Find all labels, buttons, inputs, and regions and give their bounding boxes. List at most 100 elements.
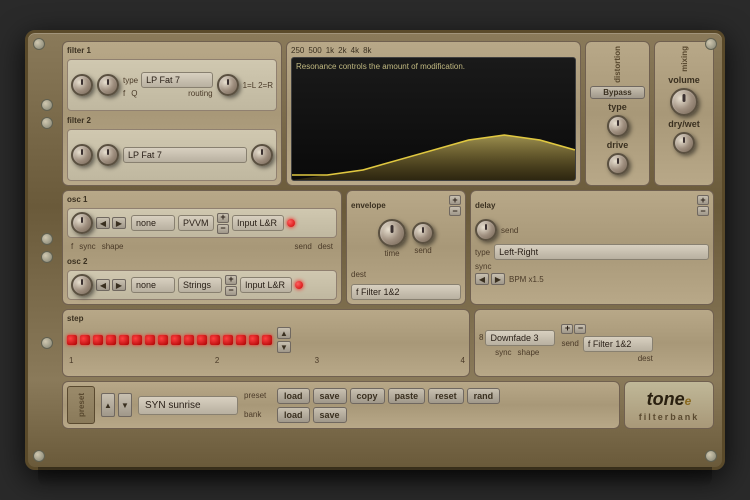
step-dot-9[interactable] (171, 335, 181, 345)
filter1-knob3[interactable] (217, 74, 239, 96)
preset-load-button[interactable]: load (277, 388, 310, 404)
delay-arrow-left[interactable]: ◀ (475, 273, 489, 285)
preset-preset-label: preset (244, 391, 274, 400)
synth-body: filter 1 type LP Fat 7 f (25, 30, 725, 470)
step-dot-10[interactable] (184, 335, 194, 345)
osc2-pm-plus[interactable]: + (225, 275, 237, 285)
osc2-arrow-right[interactable]: ▶ (112, 279, 126, 291)
logo-e: e (685, 394, 692, 408)
osc1-knob[interactable] (71, 212, 93, 234)
osc1-arrow-left[interactable]: ◀ (96, 217, 110, 229)
distortion-type-knob[interactable] (607, 115, 629, 137)
screw-br (705, 450, 717, 462)
mixing-drywet-knob[interactable] (673, 132, 695, 154)
step-shape-select[interactable]: Downfade 3 (485, 330, 555, 346)
filter2-knob3[interactable] (251, 144, 273, 166)
filter2-type-select[interactable]: LP Fat 7 (123, 147, 247, 163)
step-dot-1[interactable] (67, 335, 77, 345)
delay-arrow-right[interactable]: ▶ (491, 273, 505, 285)
env-pm-plus[interactable]: + (449, 195, 461, 205)
filter1-routing-label: routing (188, 89, 212, 98)
step-dot-2[interactable] (80, 335, 90, 345)
step-dest-select[interactable]: f Filter 1&2 (583, 336, 653, 352)
mixing-volume-label: volume (668, 75, 700, 85)
preset-save-button[interactable]: save (313, 388, 347, 404)
step-section: step (62, 309, 470, 377)
osc2-modulation-select[interactable]: Strings (178, 277, 222, 293)
distortion-section: distortion Bypass type drive (585, 41, 650, 186)
preset-reset-button[interactable]: reset (428, 388, 464, 404)
step-dot-14[interactable] (236, 335, 246, 345)
step-dot-6[interactable] (132, 335, 142, 345)
distortion-drive-knob[interactable] (607, 153, 629, 175)
osc2-waveform-select[interactable]: none (131, 277, 175, 293)
screw-mid-l5 (41, 337, 53, 349)
step-dot-11[interactable] (197, 335, 207, 345)
osc1-waveform-select[interactable]: none (131, 215, 175, 231)
step-dot-15[interactable] (249, 335, 259, 345)
step-dot-3[interactable] (93, 335, 103, 345)
logo-sub: filterbank (639, 412, 700, 422)
envelope-send-knob[interactable] (412, 222, 434, 244)
osc1-pm-plus[interactable]: + (217, 213, 229, 223)
envelope-dest-select[interactable]: f Filter 1&2 (351, 284, 461, 300)
osc2-pm-minus[interactable]: − (225, 286, 237, 296)
osc1-pm-minus[interactable]: − (217, 224, 229, 234)
eq-freq-250: 250 (291, 46, 304, 55)
step-dest-label: dest (561, 354, 652, 363)
step-pm-plus[interactable]: + (561, 324, 573, 334)
step-arrow-down[interactable]: ▼ (277, 341, 291, 353)
delay-pm-plus[interactable]: + (697, 195, 709, 205)
step-dot-16[interactable] (262, 335, 272, 345)
osc2-arrow-left[interactable]: ◀ (96, 279, 110, 291)
osc2-dest-select[interactable]: Input L&R (240, 277, 292, 293)
eq-freq-4k: 4k (351, 46, 359, 55)
osc1-dest-select[interactable]: Input L&R (232, 215, 284, 231)
eq-curve-svg (292, 120, 575, 180)
filter2-cutoff-knob[interactable] (71, 144, 93, 166)
mixing-volume-knob[interactable] (670, 88, 698, 116)
delay-pm-minus[interactable]: − (697, 206, 709, 216)
step-dot-4[interactable] (106, 335, 116, 345)
filter1-knob2[interactable] (97, 74, 119, 96)
filter1-type-select[interactable]: LP Fat 7 (141, 72, 212, 88)
screw-mid-l2 (41, 117, 53, 129)
step-marker-4: 4 (368, 356, 465, 365)
preset-name-display[interactable]: SYN sunrise (138, 396, 238, 415)
bank-save-button[interactable]: save (313, 407, 347, 423)
filter2-row: LP Fat 7 (67, 129, 277, 181)
step-dot-8[interactable] (158, 335, 168, 345)
osc2-led (295, 281, 303, 289)
delay-label: delay (475, 201, 495, 210)
preset-arrow-down[interactable]: ▼ (118, 393, 132, 417)
screw-tl (33, 38, 45, 50)
step-sync-label: sync (495, 348, 511, 357)
step-dot-5[interactable] (119, 335, 129, 345)
bypass-button[interactable]: Bypass (590, 86, 645, 99)
step-dot-13[interactable] (223, 335, 233, 345)
mixing-drywet-label: dry/wet (668, 119, 700, 129)
step-dot-12[interactable] (210, 335, 220, 345)
delay-type-label: type (475, 248, 490, 257)
step-arrow-up[interactable]: ▲ (277, 327, 291, 339)
osc1-arrow-right[interactable]: ▶ (112, 217, 126, 229)
filter1-cutoff-knob[interactable] (71, 74, 93, 96)
step-pm-minus[interactable]: − (574, 324, 586, 334)
bank-load-button[interactable]: load (277, 407, 310, 423)
envelope-time-knob[interactable] (378, 219, 406, 247)
preset-paste-button[interactable]: paste (388, 388, 426, 404)
preset-rand-button[interactable]: rand (467, 388, 501, 404)
step-marker-3: 3 (269, 356, 366, 365)
delay-knob[interactable] (475, 219, 497, 241)
osc2-knob[interactable] (71, 274, 93, 296)
osc1-modulation-select[interactable]: PVVM (178, 215, 214, 231)
preset-arrow-up[interactable]: ▲ (101, 393, 115, 417)
filter2-knob2[interactable] (97, 144, 119, 166)
preset-copy-button[interactable]: copy (350, 388, 385, 404)
step-dot-7[interactable] (145, 335, 155, 345)
step-seq-right: 8 Downfade 3 sync shape + (474, 309, 714, 377)
screw-mid-l3 (41, 233, 53, 245)
filter1-label: filter 1 (67, 46, 103, 55)
delay-type-select[interactable]: Left-Right (494, 244, 709, 260)
env-pm-minus[interactable]: − (449, 206, 461, 216)
